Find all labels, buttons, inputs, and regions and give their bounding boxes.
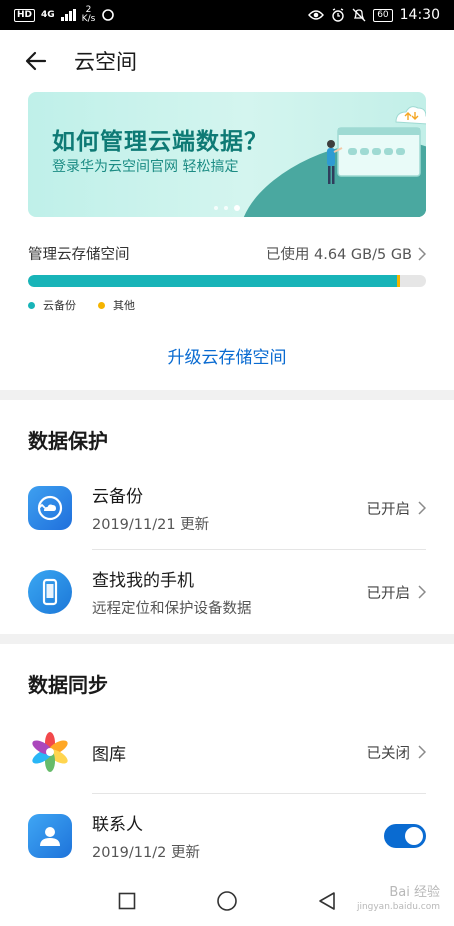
system-nav-bar: Bai 经验 jingyan.baidu.com (0, 876, 454, 926)
find-my-phone-status-text: 已开启 (366, 585, 411, 602)
gallery-icon (28, 730, 72, 774)
storage-usage-fill-backup (28, 275, 398, 287)
storage-usage-text: 已使用 4.64 GB/5 GB (265, 247, 412, 263)
data-sync-title: 数据同步 (28, 672, 108, 697)
contacts-icon (28, 814, 72, 858)
chevron-right-icon (418, 585, 426, 599)
data-protection-section: 数据保护 云备份 2019/11/21 更新 已开启 查找我的手机 远程定位和保… (0, 400, 454, 634)
hd-badge: HD (14, 8, 36, 22)
manage-storage-label: 管理云存储空间 (28, 247, 130, 263)
find-my-phone-status: 已开启 (366, 582, 426, 603)
legend-dot-other (98, 301, 105, 309)
gallery-status-text: 已关闭 (366, 745, 411, 762)
manage-storage-row[interactable]: 管理云存储空间 已使用 4.64 GB/5 GB (28, 243, 426, 264)
home-button[interactable] (212, 886, 242, 916)
chevron-right-icon (418, 501, 426, 515)
mute-bell-icon (352, 8, 366, 22)
triangle-back-icon (319, 892, 335, 910)
gallery-name: 图库 (92, 744, 126, 765)
speed-unit: K/s (81, 14, 96, 24)
legend-label-other: 其他 (113, 299, 135, 312)
cloud-backup-icon (28, 486, 72, 530)
watermark: Bai 经验 jingyan.baidu.com (357, 886, 440, 914)
cloud-backup-name: 云备份 (92, 487, 143, 507)
cloud-space-page: 云空间 如何管理云端数据？ 登录华为云空间官网 轻松搞定 管理云存储空间 已使用… (0, 30, 454, 876)
watermark-brand: Bai 经验 (389, 885, 440, 900)
contacts-sync-toggle[interactable] (384, 824, 426, 848)
legend-dot-backup (28, 301, 35, 309)
find-phone-icon (28, 570, 72, 614)
gallery-status: 已关闭 (366, 742, 426, 763)
storage-legend: 云备份 其他 (28, 297, 426, 313)
upgrade-storage-button[interactable]: 升级云存储空间 (28, 343, 426, 380)
battery-icon: 60 (373, 8, 393, 22)
recents-button[interactable] (112, 886, 142, 916)
cloud-backup-status-text: 已开启 (366, 501, 411, 518)
loading-circle-icon (102, 9, 115, 21)
find-my-phone-desc: 远程定位和保护设备数据 (92, 601, 252, 617)
status-bar: HD 4G 2 K/s 60 14:30 (0, 0, 454, 30)
banner-pager (28, 205, 426, 211)
storage-usage-fill-other (397, 275, 400, 287)
page-title: 云空间 (74, 50, 137, 74)
chevron-right-icon (418, 246, 426, 261)
pager-dot (224, 206, 228, 210)
storage-usage-bar (28, 275, 426, 287)
data-protection-title: 数据保护 (28, 428, 108, 453)
contacts-name: 联系人 (92, 815, 143, 835)
network-type: 4G (41, 10, 55, 20)
back-arrow-icon (25, 51, 47, 71)
circle-icon (217, 891, 237, 911)
legend-label-backup: 云备份 (43, 299, 76, 312)
network-speed: 2 K/s (82, 6, 96, 24)
data-sync-section: 数据同步 图库 已关闭 联系人 2019/11/2 更新 (0, 644, 454, 876)
banner-subtitle: 登录华为云空间官网 轻松搞定 (52, 159, 239, 175)
banner-illustration (327, 106, 426, 184)
app-header: 云空间 (0, 30, 454, 92)
banner-title: 如何管理云端数据？ (52, 129, 268, 155)
back-nav-button[interactable] (312, 886, 342, 916)
clock: 14:30 (399, 7, 440, 23)
cloud-backup-status: 已开启 (366, 498, 426, 519)
pager-dot (214, 206, 218, 210)
signal-icon (60, 9, 76, 21)
find-my-phone-name: 查找我的手机 (92, 571, 194, 591)
eye-icon (308, 10, 325, 20)
cloud-backup-updated: 2019/11/21 更新 (92, 517, 210, 533)
storage-card: 如何管理云端数据？ 登录华为云空间官网 轻松搞定 管理云存储空间 已使用 4.6… (0, 92, 454, 390)
watermark-url: jingyan.baidu.com (356, 902, 440, 912)
chevron-right-icon (418, 745, 426, 759)
alarm-icon (332, 8, 344, 22)
promo-banner[interactable]: 如何管理云端数据？ 登录华为云空间官网 轻松搞定 (28, 92, 426, 217)
legend-item-backup: 云备份 (28, 297, 76, 313)
cloud-backup-row[interactable]: 云备份 2019/11/21 更新 已开启 (0, 466, 454, 550)
storage-usage[interactable]: 已使用 4.64 GB/5 GB (266, 243, 426, 264)
legend-item-other: 其他 (98, 297, 135, 313)
square-icon (118, 892, 136, 910)
contacts-row[interactable]: 联系人 2019/11/2 更新 (0, 794, 454, 876)
pager-dot-active (234, 205, 240, 211)
gallery-row[interactable]: 图库 已关闭 (0, 710, 454, 794)
contacts-updated: 2019/11/2 更新 (92, 845, 200, 861)
find-my-phone-row[interactable]: 查找我的手机 远程定位和保护设备数据 已开启 (0, 550, 454, 634)
back-button[interactable] (22, 47, 50, 75)
